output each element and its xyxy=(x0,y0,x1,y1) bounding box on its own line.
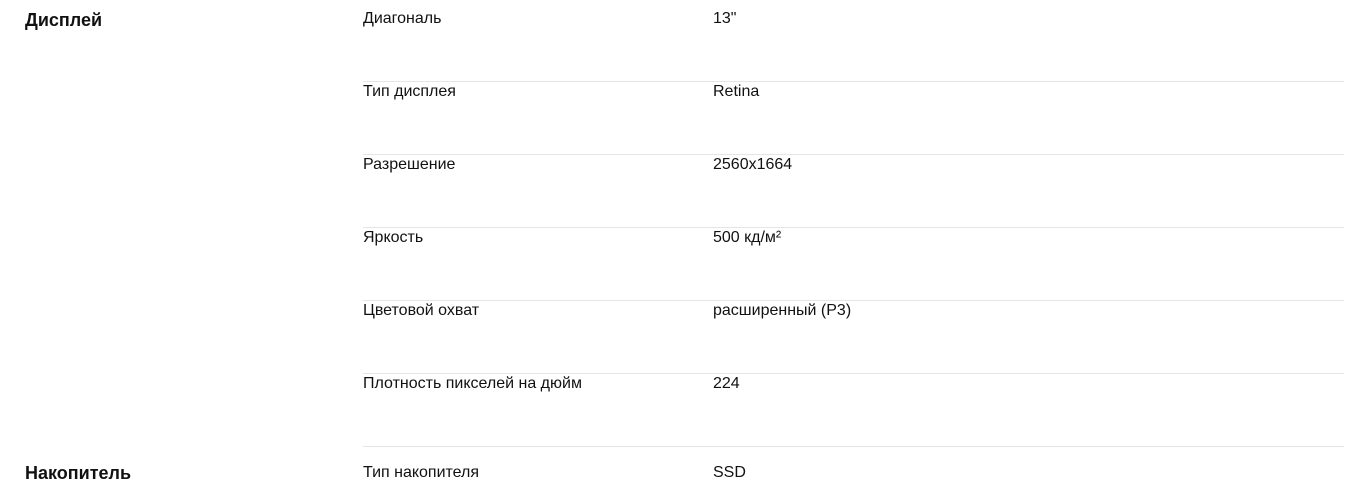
spec-label: Цветовой охват xyxy=(363,302,480,319)
spec-row: Тип накопителя SSD xyxy=(363,463,1344,500)
spec-value: 13" xyxy=(713,10,737,27)
spec-value: 500 кд/м² xyxy=(713,229,782,246)
spec-row: Тип дисплея Retina xyxy=(363,82,1344,155)
spec-row: Диагональ 13" xyxy=(363,9,1344,82)
spec-row: Цветовой охват расширенный (P3) xyxy=(363,301,1344,374)
spec-row: Плотность пикселей на дюйм 224 xyxy=(363,374,1344,447)
spec-row: Яркость 500 кд/м² xyxy=(363,228,1344,301)
spec-value: 2560x1664 xyxy=(713,156,793,173)
spec-value: 224 xyxy=(713,375,740,392)
spec-label: Тип дисплея xyxy=(363,83,456,100)
spec-value: SSD xyxy=(713,464,746,481)
section-title: Накопитель xyxy=(25,463,132,483)
spec-value: расширенный (P3) xyxy=(713,302,852,319)
section-title: Дисплей xyxy=(25,10,103,30)
spec-value: Retina xyxy=(713,83,760,100)
spec-label: Диагональ xyxy=(363,10,442,27)
spec-label: Яркость xyxy=(363,229,424,246)
spec-row: Разрешение 2560x1664 xyxy=(363,155,1344,228)
spec-label: Тип накопителя xyxy=(363,464,480,481)
spec-label: Плотность пикселей на дюйм xyxy=(363,375,582,392)
spec-label: Разрешение xyxy=(363,156,456,173)
